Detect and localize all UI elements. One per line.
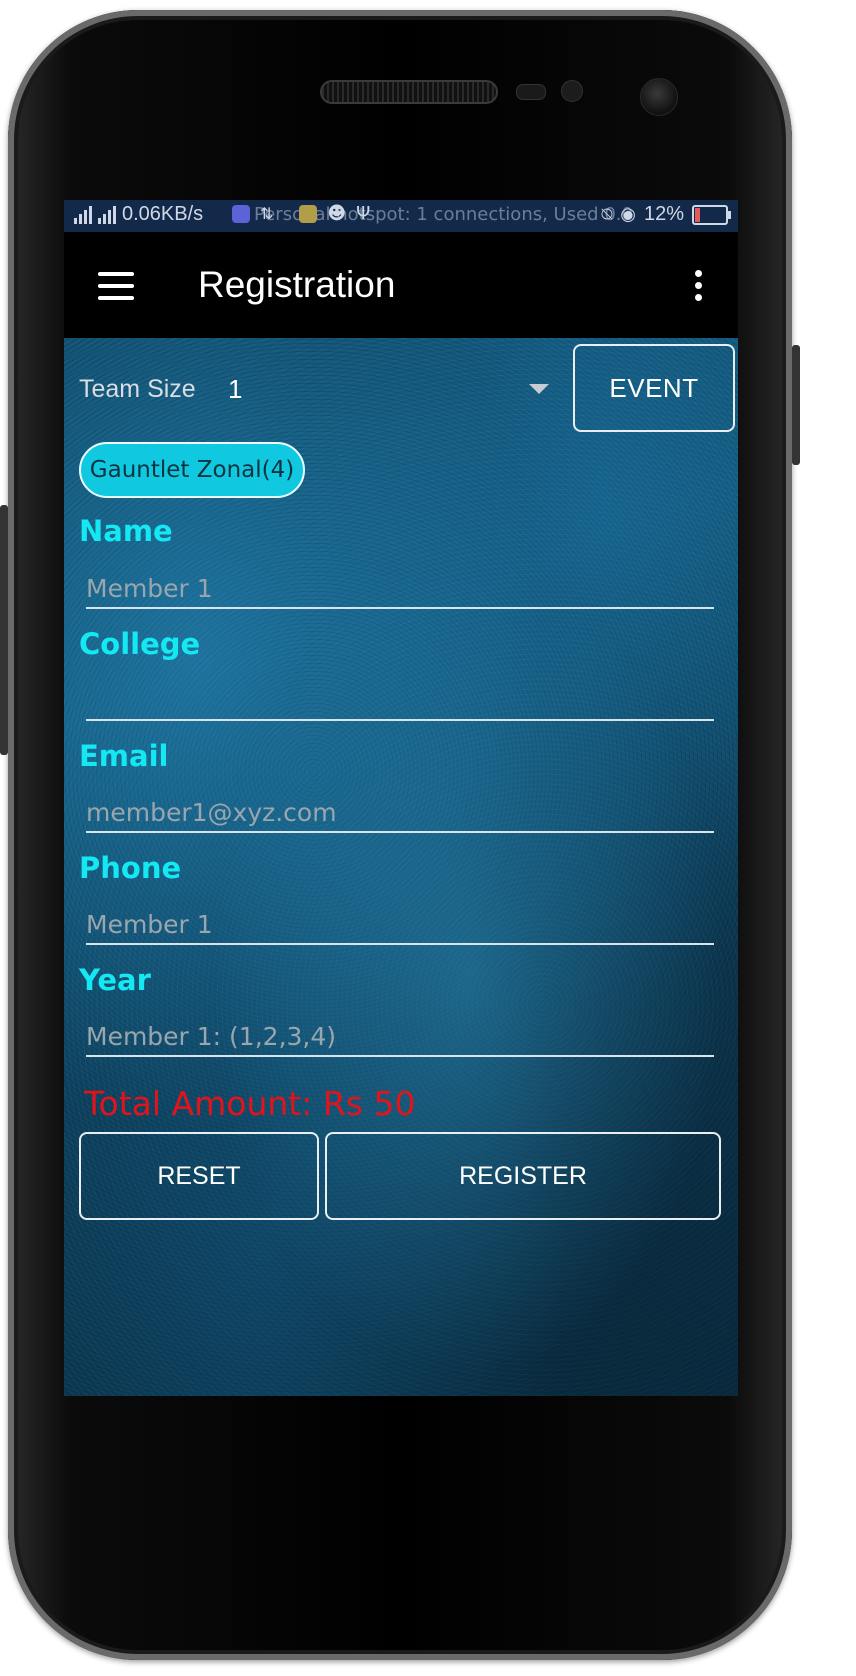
mute-icon: ⍉ <box>601 204 613 225</box>
page-title: Registration <box>198 264 396 305</box>
earpiece-speaker <box>320 80 498 104</box>
registration-form: Team Size 1 EVENT Gauntlet Zonal(4) Name… <box>64 338 738 1396</box>
light-sensor <box>561 80 583 102</box>
status-bar: 0.06KB/s Personal hotspot: 1 connections… <box>64 200 738 232</box>
event-button[interactable]: EVENT <box>573 344 735 432</box>
wifi-signal-icon <box>74 205 92 224</box>
total-amount: Total Amount: Rs 50 <box>84 1084 416 1123</box>
battery-icon <box>692 204 731 225</box>
year-label: Year <box>79 963 151 997</box>
email-field[interactable] <box>86 793 714 833</box>
phone-label: Phone <box>79 851 182 885</box>
cellular-signal-icon <box>98 205 116 224</box>
battery-percent: 12% <box>643 203 684 225</box>
hotspot-app-icon <box>299 204 318 223</box>
proximity-sensor <box>516 84 546 100</box>
network-speed: 0.06KB/s <box>122 203 204 225</box>
register-button[interactable]: REGISTER <box>325 1132 721 1220</box>
team-size-label: Team Size <box>79 375 196 403</box>
selected-event-chip[interactable]: Gauntlet Zonal(4) <box>79 442 305 498</box>
android-icon: ☻ <box>327 203 347 224</box>
more-vertical-icon[interactable] <box>692 270 704 302</box>
phone-screen: 0.06KB/s Personal hotspot: 1 connections… <box>64 200 738 1396</box>
front-camera <box>640 78 678 116</box>
phone-field[interactable] <box>86 905 714 945</box>
usb-icon: Ψ <box>356 203 371 224</box>
eye-comfort-icon: ◉ <box>620 204 636 225</box>
hamburger-menu-icon[interactable] <box>98 272 134 300</box>
power-button <box>792 345 800 465</box>
name-label: Name <box>79 514 173 548</box>
team-size-value[interactable]: 1 <box>228 374 242 405</box>
college-field[interactable] <box>86 681 714 721</box>
notification-app-icon <box>232 204 250 223</box>
email-label: Email <box>79 739 169 773</box>
name-field[interactable] <box>86 569 714 609</box>
dropdown-arrow-icon[interactable] <box>529 384 549 394</box>
app-bar: Registration <box>64 232 738 338</box>
reset-button[interactable]: RESET <box>79 1132 319 1220</box>
volume-button <box>0 505 8 755</box>
year-field[interactable] <box>86 1017 714 1057</box>
data-transfer-icon: ⇅ <box>260 204 274 223</box>
college-label: College <box>79 627 201 661</box>
